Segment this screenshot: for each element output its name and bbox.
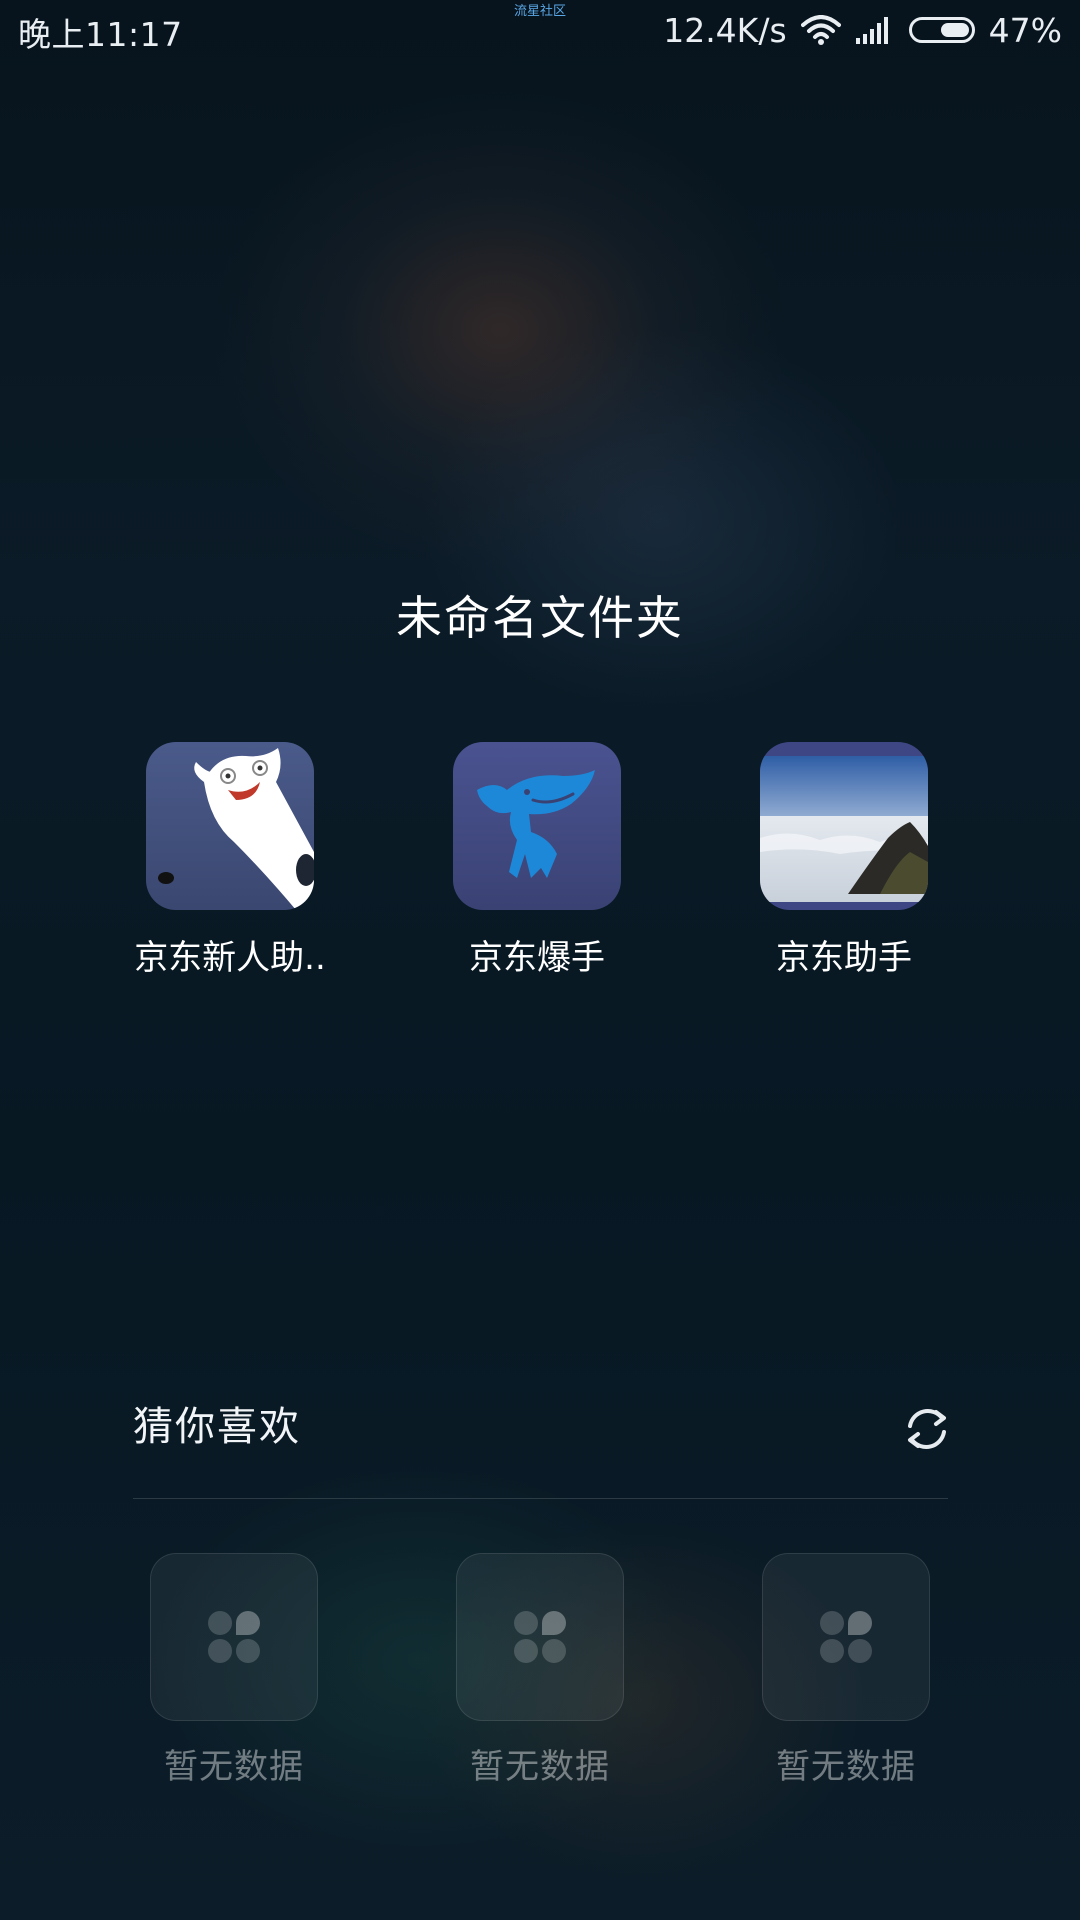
app-placeholder-icon[interactable]	[456, 1553, 624, 1721]
status-indicators: 12.4K/s 47%	[663, 8, 1062, 52]
app-placeholder-icon[interactable]	[150, 1553, 318, 1721]
battery-icon	[908, 17, 975, 43]
battery-percent: 47%	[988, 10, 1062, 50]
sea-of-clouds-photo-icon[interactable]	[760, 742, 928, 910]
jd-dog-icon[interactable]	[453, 742, 621, 910]
app-jd-newcomer-assistant[interactable]: 京东新人助..	[105, 742, 355, 979]
app-jd-assistant[interactable]: 京东助手	[719, 742, 969, 979]
folder-title[interactable]: 未命名文件夹	[0, 582, 1080, 648]
wifi-icon	[800, 15, 841, 45]
white-ghost-icon[interactable]	[146, 742, 314, 910]
app-label: 京东助手	[776, 938, 912, 978]
cell-signal-icon	[855, 16, 895, 44]
recommend-label: 暂无数据	[776, 1747, 916, 1787]
section-title: 猜你喜欢	[133, 1404, 301, 1450]
app-placeholder-icon[interactable]	[762, 1553, 930, 1721]
refresh-icon[interactable]	[902, 1404, 952, 1454]
section-divider	[133, 1498, 948, 1499]
recommend-item[interactable]: 暂无数据	[415, 1553, 665, 1788]
app-jd-baoshou[interactable]: 京东爆手	[412, 742, 662, 979]
recommend-label: 暂无数据	[470, 1747, 610, 1787]
app-label: 京东新人助..	[134, 938, 326, 978]
recommend-item[interactable]: 暂无数据	[109, 1553, 359, 1788]
app-label: 京东爆手	[469, 938, 605, 978]
network-speed: 12.4K/s	[663, 10, 787, 50]
recommend-label: 暂无数据	[164, 1747, 304, 1787]
status-bar: 晚上11:17 流星社区 12.4K/s 47%	[0, 0, 1080, 62]
recommend-item[interactable]: 暂无数据	[721, 1553, 971, 1788]
